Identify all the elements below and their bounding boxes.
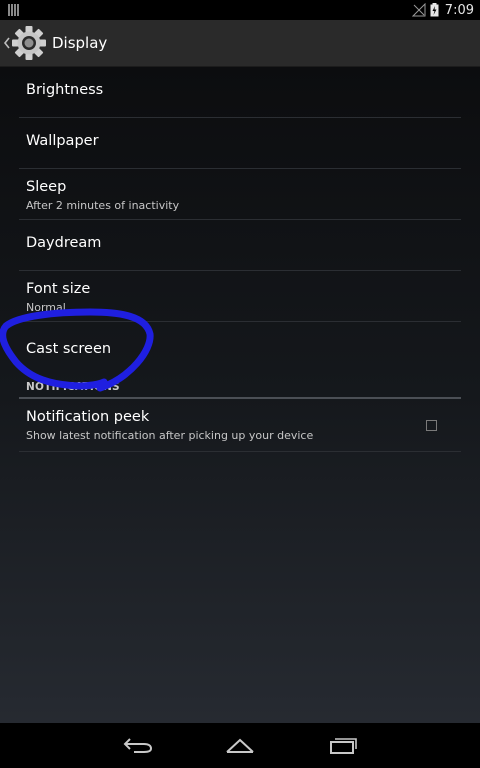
settings-gear-icon[interactable] xyxy=(10,24,48,62)
nav-bar xyxy=(0,723,480,768)
setting-summary: Normal xyxy=(26,301,66,314)
setting-summary: After 2 minutes of inactivity xyxy=(26,199,180,212)
home-icon[interactable] xyxy=(224,735,256,755)
setting-title: Sleep xyxy=(26,179,67,195)
setting-sleep[interactable]: Sleep After 2 minutes of inactivity xyxy=(19,169,461,220)
back-icon[interactable] xyxy=(122,735,154,755)
setting-notification-peek[interactable]: Notification peek Show latest notificati… xyxy=(19,399,461,452)
setting-summary: Show latest notification after picking u… xyxy=(26,429,314,442)
section-header-notifications: NOTIFICATIONS xyxy=(19,373,461,399)
setting-daydream[interactable]: Daydream xyxy=(19,220,461,271)
setting-title: Brightness xyxy=(26,82,104,98)
notification-icon xyxy=(8,4,19,16)
settings-list: Brightness Wallpaper Sleep After 2 minut… xyxy=(19,67,461,452)
setting-wallpaper[interactable]: Wallpaper xyxy=(19,118,461,169)
action-bar: Display xyxy=(0,20,480,67)
page-title: Display xyxy=(52,34,108,52)
status-icons: 7:09 xyxy=(411,0,474,20)
battery-charging-icon xyxy=(430,3,439,17)
no-signal-icon xyxy=(411,3,426,17)
notification-peek-checkbox[interactable] xyxy=(426,420,437,431)
setting-title: Cast screen xyxy=(26,341,112,357)
setting-title: Wallpaper xyxy=(26,133,99,149)
setting-brightness[interactable]: Brightness xyxy=(19,67,461,118)
recents-icon[interactable] xyxy=(327,735,359,755)
section-title: NOTIFICATIONS xyxy=(26,381,120,393)
settings-content: Brightness Wallpaper Sleep After 2 minut… xyxy=(0,67,480,723)
status-time: 7:09 xyxy=(444,2,474,18)
setting-title: Notification peek xyxy=(26,409,150,425)
setting-cast-screen[interactable]: Cast screen xyxy=(19,322,461,373)
setting-title: Daydream xyxy=(26,235,102,251)
setting-title: Font size xyxy=(26,281,91,297)
setting-font-size[interactable]: Font size Normal xyxy=(19,271,461,322)
status-bar: 7:09 xyxy=(0,0,480,20)
